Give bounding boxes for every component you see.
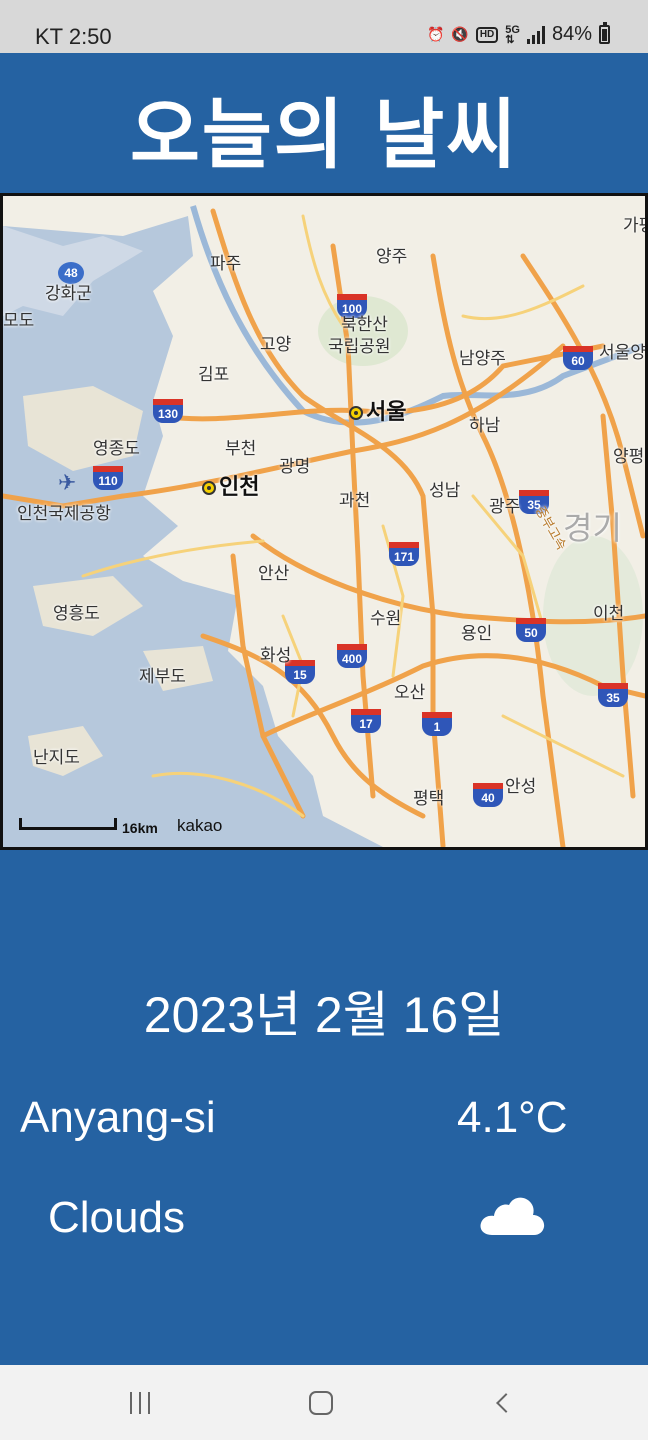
map-scale-bar <box>19 818 117 830</box>
map-label-gungnip: 국립공원 <box>328 337 391 357</box>
map-label-hwaseong: 화성 <box>260 646 292 666</box>
map-label-anseong: 안성 <box>505 777 537 797</box>
map-label-gangwha: 강화군 <box>45 284 92 304</box>
map-label-yeongjong: 영종도 <box>93 439 140 459</box>
route-110-icon: 110 <box>93 466 123 490</box>
carrier-time: KT 2:50 <box>35 24 112 49</box>
map-label-paju: 파주 <box>210 254 242 274</box>
incheon-marker-icon <box>202 481 216 495</box>
map-label-gimpo: 김포 <box>198 365 230 385</box>
map-label-hanam: 하남 <box>469 416 501 436</box>
page-title: 오늘의 날씨 <box>129 90 519 179</box>
battery-percent: 84% <box>551 23 592 45</box>
map-label-yangju: 양주 <box>376 247 408 267</box>
alarm-icon: ⏰ <box>426 26 445 42</box>
map-label-yongin: 용인 <box>461 624 493 644</box>
recents-button[interactable] <box>95 1365 185 1440</box>
status-icons: ⏰ 🔇 HD 5G ⇅ 84% <box>426 22 610 46</box>
home-icon <box>309 1390 333 1415</box>
route-17-icon: 17 <box>351 709 381 733</box>
cloud-icon <box>480 1197 545 1235</box>
map-label-suwon: 수원 <box>370 609 402 629</box>
map-label-pyeongtaek: 평택 <box>413 789 445 809</box>
map-attribution: kakao <box>177 816 223 835</box>
city-name: Anyang-si <box>20 1093 216 1142</box>
weather-condition: Clouds <box>48 1193 185 1242</box>
map-label-yeongheung: 영흥도 <box>53 604 100 624</box>
airport-icon: ✈ <box>58 471 77 496</box>
back-icon <box>496 1392 516 1413</box>
back-button[interactable] <box>458 1365 548 1440</box>
route-60-icon: 60 <box>563 346 593 370</box>
mute-icon: 🔇 <box>451 26 469 42</box>
map-label-seoulyang: 서울양 <box>599 343 646 363</box>
map-label-nanji: 난지도 <box>33 748 80 768</box>
map-scale-label: 16km <box>122 820 158 836</box>
route-40-icon: 40 <box>473 783 503 807</box>
route-35b-icon: 35 <box>598 683 628 707</box>
map-label-icheon: 이천 <box>593 604 625 624</box>
map-label-jebu: 제부도 <box>139 667 186 687</box>
map-label-yangpyeong: 양평 <box>613 447 645 467</box>
map-label-incheon: 인천 <box>202 469 259 501</box>
map-view[interactable]: 48 100 130 110 60 35 171 50 400 15 17 1 … <box>0 193 648 850</box>
map-label-gwangmyeong: 광명 <box>279 457 311 477</box>
map-label-ansan: 안산 <box>258 564 290 584</box>
map-label-seoul: 서울 <box>349 394 406 426</box>
status-bar: KT 2:50 ⏰ 🔇 HD 5G ⇅ 84% <box>0 0 648 53</box>
map-label-namyangju: 남양주 <box>459 349 506 369</box>
route-130-icon: 130 <box>153 399 183 423</box>
home-button[interactable] <box>276 1365 366 1440</box>
map-label-bucheon: 부천 <box>225 439 257 459</box>
hd-icon: HD <box>475 26 499 43</box>
route-400-icon: 400 <box>337 644 367 668</box>
navigation-bar <box>0 1365 648 1440</box>
seoul-marker-icon <box>349 406 363 420</box>
map-label-gwangju: 광주 <box>489 497 521 517</box>
map-label-modo: 모도 <box>3 311 35 331</box>
route-1-icon: 1 <box>422 712 452 736</box>
date-label: 2023년 2월 16일 <box>143 987 505 1043</box>
battery-icon <box>599 22 610 44</box>
route-50-icon: 50 <box>516 618 546 642</box>
map-label-gwacheon: 과천 <box>339 491 371 511</box>
temperature: 4.1°C <box>457 1093 568 1142</box>
map-label-goyang: 고양 <box>260 335 292 355</box>
map-label-airport: 인천국제공항 <box>17 504 111 524</box>
recents-icon <box>130 1391 150 1414</box>
route-171-icon: 171 <box>389 542 419 566</box>
5g-icon: 5G ⇅ <box>505 23 520 46</box>
signal-icon <box>526 25 545 44</box>
map-label-gapyeong: 가평 <box>623 216 645 236</box>
map-label-osan: 오산 <box>394 683 426 703</box>
map-label-seongnam: 성남 <box>429 481 461 501</box>
